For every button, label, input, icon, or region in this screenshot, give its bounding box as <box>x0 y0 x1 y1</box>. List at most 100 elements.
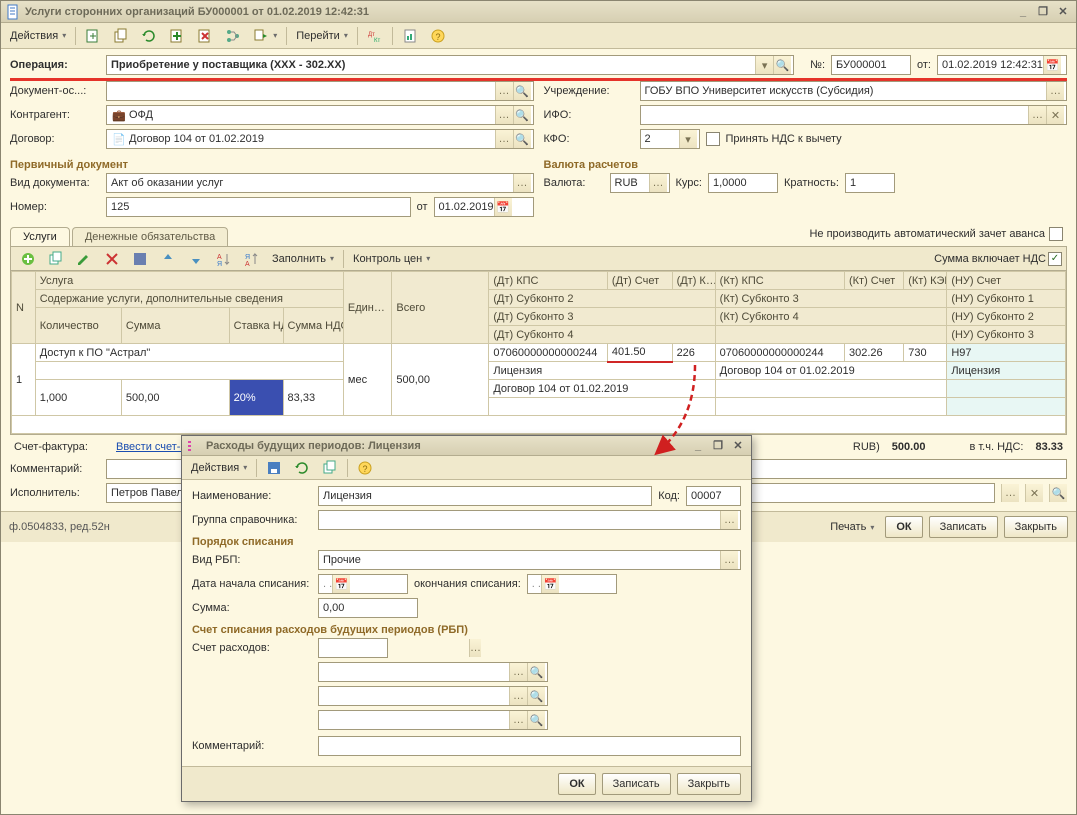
dlg-end-date[interactable]: . . 📅 <box>527 574 617 594</box>
dots-icon[interactable]: … <box>495 82 513 100</box>
dots-icon[interactable]: … <box>509 663 527 681</box>
dlg-help-icon[interactable]: ? <box>352 458 378 478</box>
dlg-maximize[interactable]: ❐ <box>709 438 727 454</box>
doc-basis-input[interactable]: … 🔍 <box>106 81 534 101</box>
dlg-code-input[interactable]: 00007 <box>686 486 741 506</box>
tab-obligations[interactable]: Денежные обязательства <box>72 227 228 246</box>
dlg-refresh-icon[interactable] <box>289 458 315 478</box>
dots-icon[interactable]: … <box>720 551 738 569</box>
dlg-minimize[interactable]: _ <box>689 438 707 454</box>
clear-icon[interactable]: ✕ <box>1025 484 1043 502</box>
sum-includes-vat-checkbox[interactable] <box>1048 252 1062 266</box>
dlg-sum-input[interactable]: 0,00 <box>318 598 418 618</box>
search-icon[interactable]: 🔍 <box>513 82 531 100</box>
move-down-icon[interactable] <box>183 249 209 269</box>
dots-icon[interactable]: … <box>509 687 527 705</box>
dlg-save-icon[interactable] <box>261 458 287 478</box>
search-icon[interactable]: 🔍 <box>527 663 545 681</box>
copy-row-icon[interactable] <box>43 249 69 269</box>
goto-menu[interactable]: Перейти▾ <box>291 26 353 46</box>
dlg-type-input[interactable]: Прочие … <box>318 550 741 570</box>
refresh-icon[interactable] <box>136 26 162 46</box>
maximize-button[interactable]: ❐ <box>1034 4 1052 20</box>
dlg-start-date[interactable]: . . 📅 <box>318 574 408 594</box>
dlg-comment-input[interactable] <box>318 736 741 756</box>
unpost-icon[interactable] <box>192 26 218 46</box>
print-menu[interactable]: Печать▾ <box>825 517 879 537</box>
copy-icon[interactable] <box>108 26 134 46</box>
dlg-sub3-input[interactable]: …🔍 <box>318 710 548 730</box>
contragent-input[interactable]: 💼 ОФД … 🔍 <box>106 105 534 125</box>
search-icon[interactable]: 🔍 <box>513 130 531 148</box>
dlg-acct-text[interactable] <box>323 641 469 655</box>
kfo-input[interactable]: 2 ▾ <box>640 129 700 149</box>
close-button[interactable]: ✕ <box>1054 4 1072 20</box>
org-input[interactable]: ГОБУ ВПО Университет искусств (Субсидия)… <box>640 81 1068 101</box>
dots-icon[interactable]: … <box>1046 82 1064 100</box>
ok-button[interactable]: ОК <box>885 516 922 538</box>
chevron-down-icon[interactable]: ▾ <box>679 130 697 148</box>
dots-icon[interactable]: … <box>495 130 513 148</box>
dt-kt-icon[interactable]: ДтКт <box>362 26 388 46</box>
search-icon[interactable]: 🔍 <box>1049 484 1067 502</box>
dlg-acct-input[interactable]: … <box>318 638 388 658</box>
save-button[interactable]: Записать <box>929 516 998 538</box>
auto-offset-checkbox[interactable] <box>1049 227 1063 241</box>
dlg-close[interactable]: ✕ <box>729 438 747 454</box>
select-all-icon[interactable] <box>127 249 153 269</box>
search-icon[interactable]: 🔍 <box>527 711 545 729</box>
date-input[interactable]: 01.02.2019 12:42:31 📅 <box>937 55 1067 75</box>
move-up-icon[interactable] <box>155 249 181 269</box>
close-button[interactable]: Закрыть <box>1004 516 1068 538</box>
dlg-sub2-input[interactable]: …🔍 <box>318 686 548 706</box>
calendar-icon[interactable]: 📅 <box>1043 56 1061 74</box>
dlg-group-input[interactable]: … <box>318 510 741 530</box>
dlg-copy-icon[interactable] <box>317 458 343 478</box>
currency-input[interactable]: RUB … <box>610 173 670 193</box>
services-grid[interactable]: N Услуга Един… Всего (Дт) КПС (Дт) Счет … <box>10 270 1067 435</box>
dlg-name-input[interactable]: Лицензия <box>318 486 652 506</box>
dots-icon[interactable]: … <box>720 511 738 529</box>
minimize-button[interactable]: _ <box>1014 4 1032 20</box>
sort-desc-icon[interactable]: ЯА <box>239 249 265 269</box>
search-icon[interactable]: 🔍 <box>773 56 791 74</box>
price-control-menu[interactable]: Контроль цен▾ <box>348 249 435 269</box>
dots-icon[interactable]: … <box>495 106 513 124</box>
tree-icon[interactable] <box>220 26 246 46</box>
dlg-close-button[interactable]: Закрыть <box>677 773 741 795</box>
contract-input[interactable]: 📄 Договор 104 от 01.02.2019 … 🔍 <box>106 129 534 149</box>
dlg-ok-button[interactable]: ОК <box>558 773 595 795</box>
clear-icon[interactable]: ✕ <box>1046 106 1064 124</box>
search-icon[interactable]: 🔍 <box>513 106 531 124</box>
number-input[interactable]: БУ000001 <box>831 55 911 75</box>
new-icon[interactable] <box>80 26 106 46</box>
dots-icon[interactable]: … <box>1001 484 1019 502</box>
calendar-icon[interactable]: 📅 <box>541 575 559 593</box>
dots-icon[interactable]: … <box>513 174 531 192</box>
report-icon[interactable] <box>397 26 423 46</box>
vat-accept-checkbox[interactable] <box>706 132 720 146</box>
search-icon[interactable]: 🔍 <box>527 687 545 705</box>
help-icon[interactable]: ? <box>425 26 451 46</box>
chevron-down-icon[interactable]: ▾ <box>755 56 773 74</box>
doc-type-input[interactable]: Акт об оказании услуг … <box>106 173 534 193</box>
operation-combo[interactable]: Приобретение у поставщика (XXX - 302.XX)… <box>106 55 794 75</box>
dlg-actions-menu[interactable]: Действия▾ <box>186 458 252 478</box>
create-base-icon[interactable]: ▾ <box>248 26 282 46</box>
calendar-icon[interactable]: 📅 <box>332 575 350 593</box>
dlg-save-button[interactable]: Записать <box>602 773 671 795</box>
calendar-icon[interactable]: 📅 <box>494 198 512 216</box>
tab-services[interactable]: Услуги <box>10 227 70 246</box>
dlg-sub1-input[interactable]: …🔍 <box>318 662 548 682</box>
edit-row-icon[interactable] <box>71 249 97 269</box>
doc-number-input[interactable]: 125 <box>106 197 411 217</box>
post-icon[interactable] <box>164 26 190 46</box>
dots-icon[interactable]: … <box>649 174 667 192</box>
add-row-icon[interactable] <box>15 249 41 269</box>
fill-menu[interactable]: Заполнить▾ <box>267 249 339 269</box>
delete-row-icon[interactable] <box>99 249 125 269</box>
ifo-input[interactable]: … ✕ <box>640 105 1068 125</box>
dots-icon[interactable]: … <box>469 639 481 657</box>
actions-menu[interactable]: Действия▾ <box>5 26 71 46</box>
sort-asc-icon[interactable]: АЯ <box>211 249 237 269</box>
